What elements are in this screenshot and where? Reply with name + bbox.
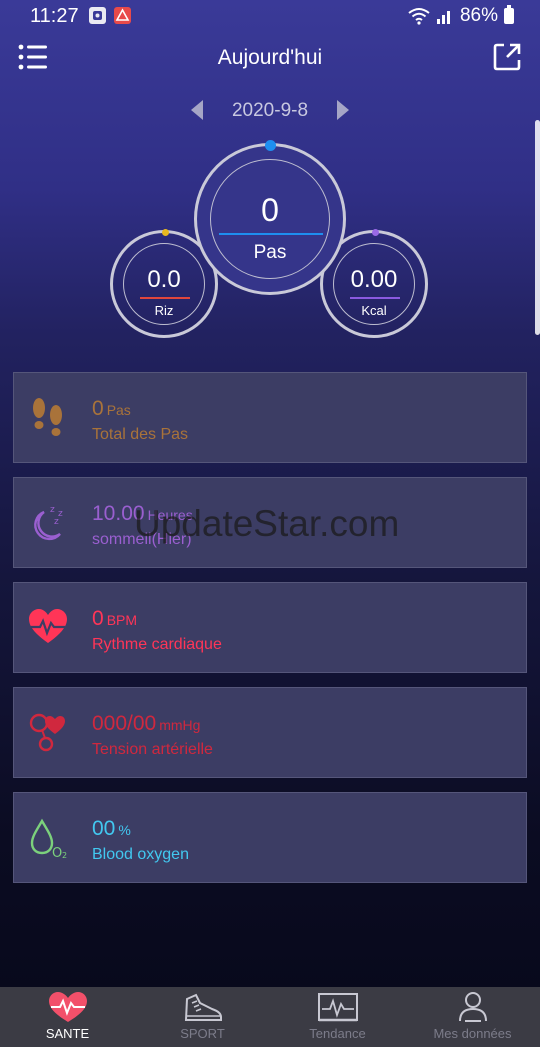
alert-notification-icon — [114, 7, 131, 24]
distance-label: Riz — [154, 303, 174, 318]
distance-ring-dot — [162, 229, 169, 236]
app-notification-icon — [89, 7, 106, 24]
sleep-card-value: 10.00 — [92, 502, 145, 525]
heart-rate-card-value-row: 0 BPM — [92, 607, 137, 631]
tab-sport[interactable]: SPORT — [135, 987, 270, 1047]
sleep-card-label: sommeil(Hier) — [92, 531, 192, 548]
sleep-card[interactable]: z z z 10.00 Heures sommeil(Hier) — [13, 477, 527, 568]
battery-icon — [504, 5, 514, 24]
sleep-moon-icon: z z z — [28, 500, 68, 544]
tab-sante[interactable]: SANTE — [0, 987, 135, 1047]
tab-tendance[interactable]: Tendance — [270, 987, 405, 1047]
trend-chart-icon — [317, 991, 359, 1023]
steps-value: 0 — [261, 192, 279, 228]
blood-pressure-card-value-row: 000/00 mmHg — [92, 712, 200, 736]
heart-pulse-icon — [47, 991, 89, 1023]
calories-underline — [350, 297, 400, 299]
tab-mes-donnees[interactable]: Mes données — [405, 987, 540, 1047]
tab-sport-label: SPORT — [180, 1026, 225, 1041]
steps-card-value-row: 0 Pas — [92, 397, 131, 421]
distance-value: 0.0 — [147, 266, 181, 293]
tab-sante-label: SANTE — [45, 1026, 90, 1041]
share-icon[interactable] — [492, 42, 522, 72]
blood-pressure-card[interactable]: 000/00 mmHg Tension artérielle — [13, 687, 527, 778]
blood-pressure-card-unit: mmHg — [159, 717, 201, 733]
steps-card-unit: Pas — [106, 402, 131, 418]
sleep-card-unit: Heures — [147, 507, 193, 523]
svg-text:z: z — [58, 509, 63, 519]
steps-card-value: 0 — [92, 397, 104, 420]
steps-label: Pas — [253, 242, 287, 263]
sleep-card-value-row: 10.00 Heures — [92, 502, 193, 526]
status-time: 11:27 — [30, 5, 79, 27]
steps-ring[interactable]: 0 Pas — [194, 140, 346, 295]
steps-underline — [219, 233, 323, 235]
page-title: Aujourd'hui — [217, 46, 323, 69]
status-bar: 11:27 86% — [0, 0, 540, 32]
blood-pressure-card-value: 000/00 — [92, 712, 157, 735]
calories-label: Kcal — [361, 303, 387, 318]
status-right: 86% — [408, 5, 514, 27]
footsteps-icon — [28, 395, 68, 439]
wifi-icon — [408, 8, 430, 25]
date-nav: 2020-9-8 — [0, 96, 540, 126]
signal-icon — [436, 11, 450, 24]
date-text: 2020-9-8 — [231, 100, 309, 121]
date-next-icon[interactable] — [336, 99, 350, 126]
blood-oxygen-card-unit: % — [118, 822, 131, 838]
header: Aujourd'hui — [0, 36, 540, 82]
heart-rate-card-value: 0 — [92, 607, 104, 630]
calories-value: 0.00 — [350, 266, 398, 293]
bottom-tab-bar: SANTE SPORT Tendance Mes données — [0, 987, 540, 1047]
scrollbar-thumb[interactable] — [535, 120, 540, 335]
blood-pressure-icon — [28, 710, 68, 754]
oxygen-drop-icon: O 2 — [28, 815, 68, 861]
blood-oxygen-card-label: Blood oxygen — [92, 846, 189, 863]
tab-mes-donnees-label: Mes données — [433, 1026, 512, 1041]
heart-rate-icon — [28, 605, 68, 649]
heart-rate-card-label: Rythme cardiaque — [92, 636, 222, 653]
sneaker-icon — [182, 991, 224, 1023]
steps-card-label: Total des Pas — [92, 426, 189, 443]
blood-oxygen-card-value-row: 00 % — [92, 817, 131, 841]
user-profile-icon — [452, 991, 494, 1023]
battery-percent: 86% — [459, 5, 498, 26]
distance-underline — [140, 297, 190, 299]
blood-oxygen-card-value: 00 — [92, 817, 116, 840]
blood-pressure-card-label: Tension artérielle — [92, 741, 213, 758]
heart-rate-card[interactable]: 0 BPM Rythme cardiaque — [13, 582, 527, 673]
blood-oxygen-card[interactable]: O 2 00 % Blood oxygen — [13, 792, 527, 883]
svg-text:z: z — [54, 517, 59, 527]
tab-tendance-label: Tendance — [309, 1026, 366, 1041]
steps-ring-dot — [265, 140, 276, 151]
svg-text:2: 2 — [62, 851, 67, 859]
heart-rate-card-unit: BPM — [106, 612, 138, 628]
svg-text:z: z — [50, 505, 55, 515]
steps-card[interactable]: 0 Pas Total des Pas — [13, 372, 527, 463]
calories-ring-dot — [372, 229, 379, 236]
svg-text:O: O — [52, 846, 62, 859]
